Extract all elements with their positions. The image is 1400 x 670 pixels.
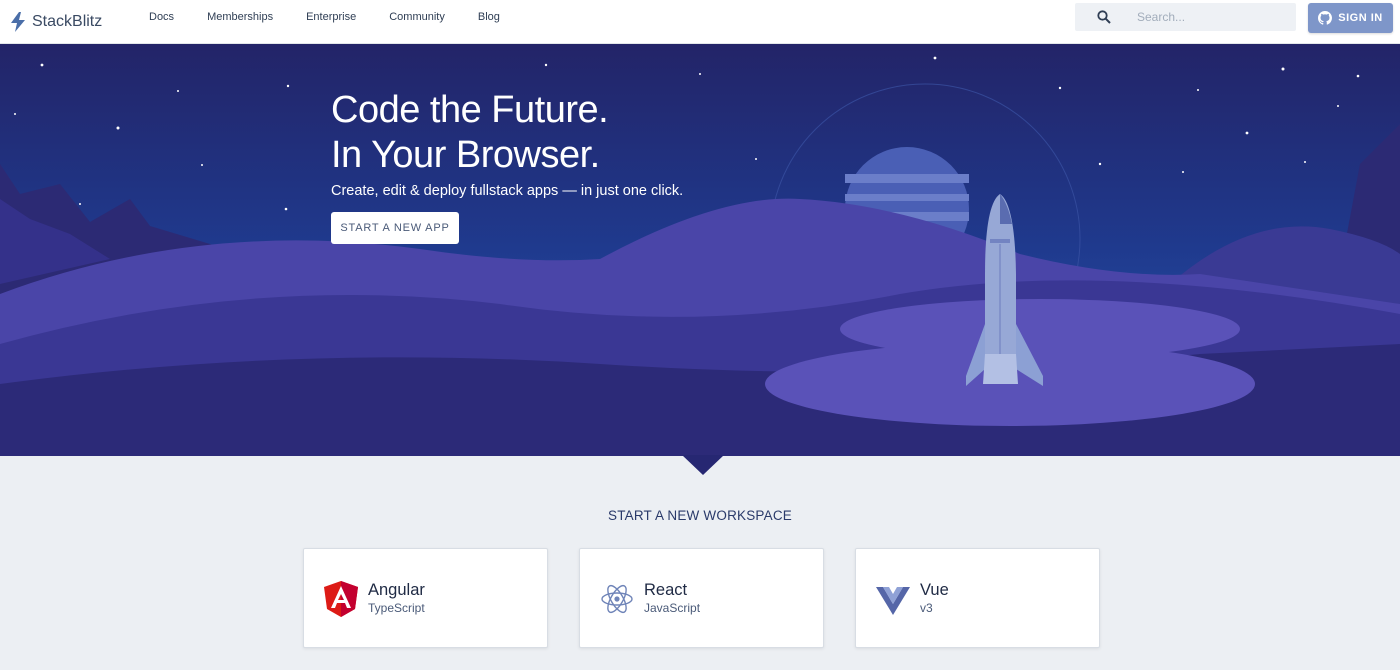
bolt-icon [11, 12, 25, 32]
sign-in-button[interactable]: SIGN IN [1308, 3, 1393, 33]
brand-logo[interactable]: StackBlitz [10, 0, 102, 44]
workspace-card-sub: JavaScript [644, 601, 701, 615]
search-icon [1097, 10, 1111, 24]
nav-links: Docs Memberships Enterprise Community Bl… [149, 0, 533, 34]
workspace-card-vue[interactable]: Vue v3 [855, 548, 1100, 648]
angular-icon [324, 581, 358, 617]
search-box [1075, 3, 1296, 31]
workspace-card-sub: TypeScript [368, 601, 425, 615]
workspace-card-angular[interactable]: Angular TypeScript [303, 548, 548, 648]
top-navbar: StackBlitz Docs Memberships Enterprise C… [0, 0, 1400, 44]
workspace-card-name: Vue [920, 581, 949, 599]
vue-icon [876, 587, 910, 615]
hero-section: Code the Future. In Your Browser. Create… [0, 44, 1400, 456]
brand-name: StackBlitz [32, 13, 103, 30]
workspace-card-name: React [644, 581, 688, 599]
hero-title: Code the Future. In Your Browser. [331, 88, 609, 178]
sign-in-label: SIGN IN [1338, 12, 1383, 24]
section-notch [682, 455, 724, 475]
workspace-card-name: Angular [368, 581, 425, 599]
github-icon [1318, 11, 1333, 25]
workspace-title: START A NEW WORKSPACE [608, 508, 792, 523]
nav-link-community[interactable]: Community [389, 11, 445, 23]
nav-link-memberships[interactable]: Memberships [207, 11, 273, 23]
hero-subtitle: Create, edit & deploy fullstack apps — i… [331, 183, 684, 199]
start-new-app-button[interactable]: START A NEW APP [331, 212, 459, 244]
nav-link-blog[interactable]: Blog [478, 11, 500, 23]
nav-link-docs[interactable]: Docs [149, 11, 174, 23]
nav-link-enterprise[interactable]: Enterprise [306, 11, 356, 23]
hero-title-line2: In Your Browser. [331, 134, 600, 176]
space-landscape-illustration [0, 44, 1400, 456]
workspace-card-sub: v3 [920, 601, 933, 615]
react-icon [601, 584, 633, 614]
hero-title-line1: Code the Future. [331, 89, 609, 131]
search-input[interactable] [1137, 7, 1287, 27]
workspace-card-react[interactable]: React JavaScript [579, 548, 824, 648]
